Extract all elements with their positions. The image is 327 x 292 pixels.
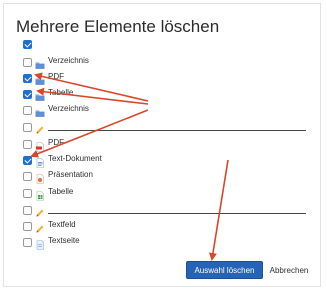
item-label: Textfeld bbox=[48, 220, 76, 229]
pencil-icon bbox=[35, 205, 45, 217]
list-item[interactable]: Textfeld bbox=[0, 218, 318, 234]
list-item[interactable]: Tabelle bbox=[0, 86, 318, 102]
list-item[interactable]: PDF bbox=[0, 70, 318, 86]
item-label: Präsentation bbox=[48, 170, 93, 179]
item-label: Textseite bbox=[48, 236, 80, 245]
item-checkbox[interactable] bbox=[23, 189, 32, 198]
dialog-title: Mehrere Elemente löschen bbox=[16, 17, 220, 36]
item-checkbox[interactable] bbox=[23, 74, 32, 83]
list-item[interactable]: Text-Dokument bbox=[0, 152, 318, 168]
unnamed-item-line bbox=[48, 213, 306, 214]
list-item[interactable]: Verzeichnis bbox=[0, 54, 318, 70]
list-item[interactable]: Präsentation bbox=[0, 168, 318, 184]
item-checkbox[interactable] bbox=[23, 238, 32, 247]
item-label: PDF bbox=[48, 72, 64, 81]
list-item[interactable] bbox=[0, 202, 318, 218]
unnamed-item-line bbox=[48, 130, 306, 131]
select-all-checkbox[interactable] bbox=[23, 40, 32, 49]
folder-icon bbox=[35, 57, 45, 69]
list-item[interactable]: Verzeichnis bbox=[0, 102, 318, 118]
page-icon bbox=[35, 237, 45, 250]
document-icon bbox=[35, 155, 45, 168]
item-label: PDF bbox=[48, 138, 64, 147]
item-checkbox[interactable] bbox=[23, 106, 32, 115]
folder-icon bbox=[35, 89, 45, 101]
item-checkbox[interactable] bbox=[23, 123, 32, 132]
pencil-icon bbox=[35, 221, 45, 233]
cancel-button[interactable]: Abbrechen bbox=[266, 261, 312, 279]
pencil-icon bbox=[35, 122, 45, 134]
list-item[interactable]: Textseite bbox=[0, 234, 318, 250]
item-label: Tabelle bbox=[48, 88, 74, 97]
item-checkbox[interactable] bbox=[23, 58, 32, 67]
item-label: Verzeichnis bbox=[48, 56, 89, 65]
item-checkbox[interactable] bbox=[23, 172, 32, 181]
item-label: Text-Dokument bbox=[48, 154, 102, 163]
item-checkbox[interactable] bbox=[23, 140, 32, 149]
presentation-icon bbox=[35, 171, 45, 184]
pdf-icon bbox=[35, 139, 45, 152]
item-label: Tabelle bbox=[48, 187, 74, 196]
item-checkbox[interactable] bbox=[23, 206, 32, 215]
list-item[interactable]: Tabelle bbox=[0, 185, 318, 201]
list-item[interactable]: PDF bbox=[0, 136, 318, 152]
folder-icon bbox=[35, 105, 45, 117]
item-checkbox[interactable] bbox=[23, 156, 32, 165]
item-label: Verzeichnis bbox=[48, 104, 89, 113]
spreadsheet-icon bbox=[35, 188, 45, 201]
folder-icon bbox=[35, 73, 45, 85]
list-item[interactable] bbox=[0, 119, 318, 135]
delete-selection-button[interactable]: Auswahl löschen bbox=[186, 261, 263, 279]
item-checkbox[interactable] bbox=[23, 222, 32, 231]
item-checkbox[interactable] bbox=[23, 90, 32, 99]
